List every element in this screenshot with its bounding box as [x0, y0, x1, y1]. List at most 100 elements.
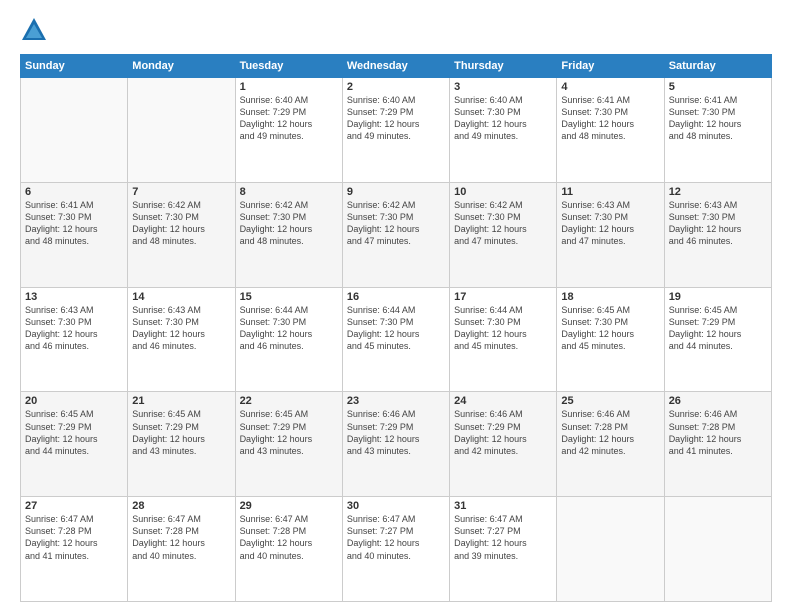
day-info: Sunrise: 6:44 AM Sunset: 7:30 PM Dayligh…	[454, 304, 552, 353]
calendar-cell: 15Sunrise: 6:44 AM Sunset: 7:30 PM Dayli…	[235, 287, 342, 392]
calendar-cell: 31Sunrise: 6:47 AM Sunset: 7:27 PM Dayli…	[450, 497, 557, 602]
calendar-header-cell: Tuesday	[235, 55, 342, 78]
calendar-cell: 4Sunrise: 6:41 AM Sunset: 7:30 PM Daylig…	[557, 78, 664, 183]
day-info: Sunrise: 6:46 AM Sunset: 7:28 PM Dayligh…	[669, 408, 767, 457]
day-info: Sunrise: 6:47 AM Sunset: 7:28 PM Dayligh…	[240, 513, 338, 562]
day-number: 19	[669, 291, 767, 303]
calendar-cell: 10Sunrise: 6:42 AM Sunset: 7:30 PM Dayli…	[450, 182, 557, 287]
day-info: Sunrise: 6:43 AM Sunset: 7:30 PM Dayligh…	[561, 199, 659, 248]
calendar-header-row: SundayMondayTuesdayWednesdayThursdayFrid…	[21, 55, 772, 78]
day-number: 18	[561, 291, 659, 303]
day-number: 5	[669, 81, 767, 93]
calendar-cell: 22Sunrise: 6:45 AM Sunset: 7:29 PM Dayli…	[235, 392, 342, 497]
day-info: Sunrise: 6:47 AM Sunset: 7:27 PM Dayligh…	[454, 513, 552, 562]
day-info: Sunrise: 6:42 AM Sunset: 7:30 PM Dayligh…	[132, 199, 230, 248]
calendar-cell: 1Sunrise: 6:40 AM Sunset: 7:29 PM Daylig…	[235, 78, 342, 183]
day-info: Sunrise: 6:41 AM Sunset: 7:30 PM Dayligh…	[25, 199, 123, 248]
calendar-cell: 9Sunrise: 6:42 AM Sunset: 7:30 PM Daylig…	[342, 182, 449, 287]
day-number: 9	[347, 186, 445, 198]
day-number: 26	[669, 395, 767, 407]
day-number: 14	[132, 291, 230, 303]
calendar-week-row: 20 Sunrise: 6:45 AM Sunset: 7:29 PM Dayli…	[21, 392, 772, 497]
calendar-cell: 17Sunrise: 6:44 AM Sunset: 7:30 PM Dayli…	[450, 287, 557, 392]
day-number: 3	[454, 81, 552, 93]
calendar-cell: 19Sunrise: 6:45 AM Sunset: 7:29 PM Dayli…	[664, 287, 771, 392]
calendar-body: 1Sunrise: 6:40 AM Sunset: 7:29 PM Daylig…	[21, 78, 772, 602]
day-number: 27	[25, 500, 123, 512]
calendar-cell: 30Sunrise: 6:47 AM Sunset: 7:27 PM Dayli…	[342, 497, 449, 602]
day-info: Sunrise: 6:46 AM Sunset: 7:28 PM Dayligh…	[561, 408, 659, 457]
calendar-header-cell: Wednesday	[342, 55, 449, 78]
calendar-cell: 27Sunrise: 6:47 AM Sunset: 7:28 PM Dayli…	[21, 497, 128, 602]
header	[20, 16, 772, 44]
day-number: 10	[454, 186, 552, 198]
calendar-header-cell: Sunday	[21, 55, 128, 78]
calendar-cell: 24Sunrise: 6:46 AM Sunset: 7:29 PM Dayli…	[450, 392, 557, 497]
day-info: Sunrise: 6:40 AM Sunset: 7:29 PM Dayligh…	[347, 94, 445, 143]
day-number: 23	[347, 395, 445, 407]
calendar-cell: 14Sunrise: 6:43 AM Sunset: 7:30 PM Dayli…	[128, 287, 235, 392]
calendar-header-cell: Thursday	[450, 55, 557, 78]
day-number: 24	[454, 395, 552, 407]
calendar-cell	[128, 78, 235, 183]
day-number: 4	[561, 81, 659, 93]
day-number: 6	[25, 186, 123, 198]
calendar-week-row: 13Sunrise: 6:43 AM Sunset: 7:30 PM Dayli…	[21, 287, 772, 392]
day-info: Sunrise: 6:44 AM Sunset: 7:30 PM Dayligh…	[347, 304, 445, 353]
calendar-cell: 16Sunrise: 6:44 AM Sunset: 7:30 PM Dayli…	[342, 287, 449, 392]
calendar-week-row: 27Sunrise: 6:47 AM Sunset: 7:28 PM Dayli…	[21, 497, 772, 602]
day-number: 7	[132, 186, 230, 198]
day-number: 22	[240, 395, 338, 407]
day-info: Sunrise: 6:46 AM Sunset: 7:29 PM Dayligh…	[347, 408, 445, 457]
logo-icon	[20, 16, 48, 44]
calendar-week-row: 6Sunrise: 6:41 AM Sunset: 7:30 PM Daylig…	[21, 182, 772, 287]
day-info: Sunrise: 6:40 AM Sunset: 7:30 PM Dayligh…	[454, 94, 552, 143]
logo	[20, 16, 52, 44]
calendar-cell: 20Sunrise: 6:45 AM Sunset: 7:29 PM Dayli…	[21, 392, 128, 497]
calendar-cell: 25Sunrise: 6:46 AM Sunset: 7:28 PM Dayli…	[557, 392, 664, 497]
calendar-cell: 21Sunrise: 6:45 AM Sunset: 7:29 PM Dayli…	[128, 392, 235, 497]
calendar-header-cell: Friday	[557, 55, 664, 78]
day-info: Sunrise: 6:42 AM Sunset: 7:30 PM Dayligh…	[240, 199, 338, 248]
day-info: Sunrise: 6:46 AM Sunset: 7:29 PM Dayligh…	[454, 408, 552, 457]
day-number: 28	[132, 500, 230, 512]
day-info: Sunrise: 6:42 AM Sunset: 7:30 PM Dayligh…	[347, 199, 445, 248]
day-number: 31	[454, 500, 552, 512]
day-number: 8	[240, 186, 338, 198]
day-info: Sunrise: 6:41 AM Sunset: 7:30 PM Dayligh…	[561, 94, 659, 143]
calendar-cell: 26Sunrise: 6:46 AM Sunset: 7:28 PM Dayli…	[664, 392, 771, 497]
day-number: 29	[240, 500, 338, 512]
calendar-week-row: 1Sunrise: 6:40 AM Sunset: 7:29 PM Daylig…	[21, 78, 772, 183]
calendar-cell	[557, 497, 664, 602]
day-number: 2	[347, 81, 445, 93]
calendar-cell: 8Sunrise: 6:42 AM Sunset: 7:30 PM Daylig…	[235, 182, 342, 287]
day-number: 25	[561, 395, 659, 407]
day-info: Sunrise: 6:47 AM Sunset: 7:28 PM Dayligh…	[132, 513, 230, 562]
day-number: 11	[561, 186, 659, 198]
day-info: Sunrise: 6:40 AM Sunset: 7:29 PM Dayligh…	[240, 94, 338, 143]
calendar-cell: 29Sunrise: 6:47 AM Sunset: 7:28 PM Dayli…	[235, 497, 342, 602]
day-number: 16	[347, 291, 445, 303]
day-number: 21	[132, 395, 230, 407]
day-info: Sunrise: 6:47 AM Sunset: 7:27 PM Dayligh…	[347, 513, 445, 562]
day-number: 20	[25, 395, 123, 407]
calendar-cell: 13Sunrise: 6:43 AM Sunset: 7:30 PM Dayli…	[21, 287, 128, 392]
day-number: 15	[240, 291, 338, 303]
day-number: 30	[347, 500, 445, 512]
calendar-cell	[664, 497, 771, 602]
calendar-cell: 5Sunrise: 6:41 AM Sunset: 7:30 PM Daylig…	[664, 78, 771, 183]
day-info: Sunrise: 6:47 AM Sunset: 7:28 PM Dayligh…	[25, 513, 123, 562]
calendar-cell: 18Sunrise: 6:45 AM Sunset: 7:30 PM Dayli…	[557, 287, 664, 392]
day-info: Sunrise: 6:42 AM Sunset: 7:30 PM Dayligh…	[454, 199, 552, 248]
calendar-header-cell: Saturday	[664, 55, 771, 78]
calendar-cell: 6Sunrise: 6:41 AM Sunset: 7:30 PM Daylig…	[21, 182, 128, 287]
day-info: Sunrise: 6:43 AM Sunset: 7:30 PM Dayligh…	[132, 304, 230, 353]
calendar-header-cell: Monday	[128, 55, 235, 78]
day-info: Sunrise: 6:45 AM Sunset: 7:29 PM Dayligh…	[132, 408, 230, 457]
calendar-table: SundayMondayTuesdayWednesdayThursdayFrid…	[20, 54, 772, 602]
calendar-cell: 3Sunrise: 6:40 AM Sunset: 7:30 PM Daylig…	[450, 78, 557, 183]
day-info: Sunrise: 6:43 AM Sunset: 7:30 PM Dayligh…	[669, 199, 767, 248]
calendar-cell: 23Sunrise: 6:46 AM Sunset: 7:29 PM Dayli…	[342, 392, 449, 497]
day-info: Sunrise: 6:45 AM Sunset: 7:30 PM Dayligh…	[561, 304, 659, 353]
day-info: Sunrise: 6:45 AM Sunset: 7:29 PM Dayligh…	[669, 304, 767, 353]
